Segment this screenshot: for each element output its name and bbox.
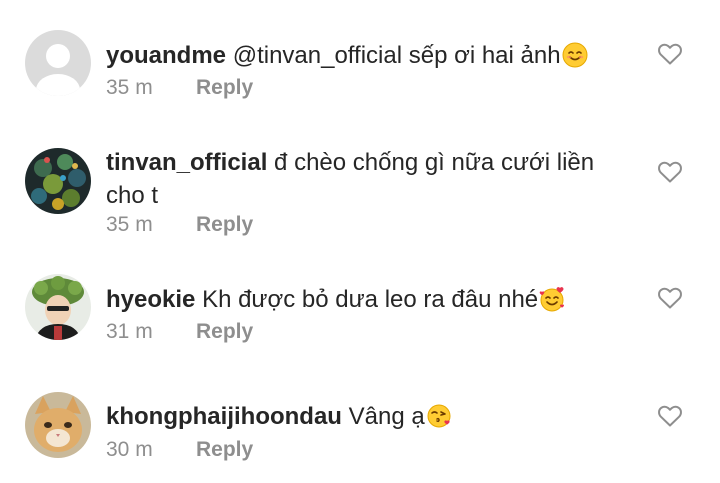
reply-button[interactable]: Reply [196,213,253,236]
heart-icon [658,287,682,309]
default-avatar-icon [25,30,91,96]
like-button[interactable] [657,160,683,184]
like-button[interactable] [657,404,683,428]
like-button[interactable] [657,42,683,66]
heart-icon [658,43,682,65]
comment-username[interactable]: tinvan_official [106,149,267,176]
comment-body: @tinvan_official sếp ơi hai ảnh [232,42,561,69]
comment-username[interactable]: khongphaijihoondau [106,403,342,430]
avatar-photo-icon [25,274,91,340]
comment-time: 35 m [106,213,153,236]
comment-text: hyeokie Kh được bỏ dưa leo ra đâu nhé [106,283,636,316]
reply-button[interactable]: Reply [196,438,253,461]
smiling-face-icon [562,42,588,68]
comment-meta: 31 m Reply [106,319,253,345]
heart-icon [658,405,682,427]
comment-time: 31 m [106,320,153,343]
comment-body: Kh được bỏ dưa leo ra đâu nhé [202,286,539,313]
avatar-photo-icon [25,148,91,214]
like-button[interactable] [657,286,683,310]
comment-username[interactable]: hyeokie [106,286,195,313]
avatar[interactable] [25,274,91,340]
comment-meta: 35 m Reply [106,212,253,238]
smiling-face-with-hearts-icon [539,287,565,312]
comment-text: khongphaijihoondau Vâng ạ [106,400,636,433]
comment-body: Vâng ạ [348,403,425,430]
avatar[interactable] [25,148,91,214]
comment-username[interactable]: youandme [106,42,226,69]
comment-time: 35 m [106,76,153,99]
face-blowing-kiss-icon [427,404,451,428]
comment-meta: 30 m Reply [106,437,253,463]
comment-meta: 35 m Reply [106,75,253,101]
heart-icon [658,161,682,183]
avatar-photo-icon [25,392,91,458]
avatar[interactable] [25,392,91,458]
comment-text: youandme @tinvan_official sếp ơi hai ảnh [106,39,636,72]
avatar[interactable] [25,30,91,96]
reply-button[interactable]: Reply [196,76,253,99]
reply-button[interactable]: Reply [196,320,253,343]
comment-text: tinvan_official đ chèo chống gì nữa cưới… [106,146,636,212]
comment-time: 30 m [106,438,153,461]
